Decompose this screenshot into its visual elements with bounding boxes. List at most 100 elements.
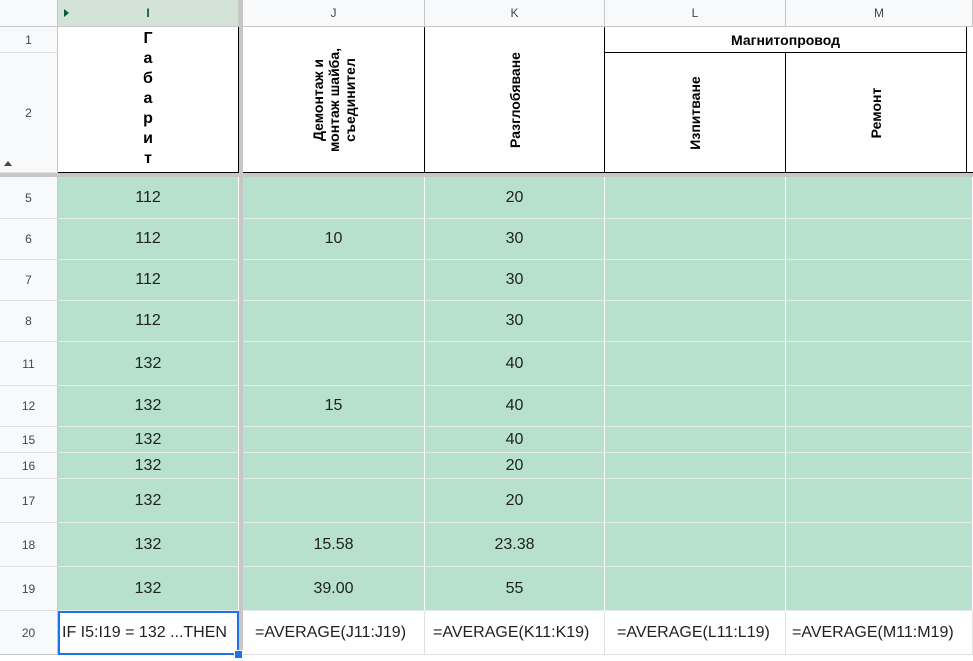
cell-m[interactable] xyxy=(786,386,973,427)
cell-m[interactable] xyxy=(786,479,973,523)
cell-j[interactable] xyxy=(243,301,425,342)
cell-l[interactable] xyxy=(605,427,786,453)
header-razglobyavane[interactable]: Разглобяване xyxy=(425,27,605,173)
cell-value: 132 xyxy=(134,491,162,509)
izpitvane-label: Изпитване xyxy=(687,75,703,150)
row-header-15[interactable]: 15 xyxy=(0,427,58,453)
cell-j[interactable]: 10 xyxy=(243,219,425,260)
row-header-17[interactable]: 17 xyxy=(0,479,58,523)
cell-l[interactable] xyxy=(605,219,786,260)
fill-handle[interactable] xyxy=(234,650,243,659)
cell-i[interactable]: 132 xyxy=(58,427,239,453)
row-header-18[interactable]: 18 xyxy=(0,523,58,567)
header-demontazh[interactable]: Демонтаж и монтаж шайба, съединител xyxy=(243,27,425,173)
row-header-19[interactable]: 19 xyxy=(0,567,58,611)
cell-m[interactable] xyxy=(786,427,973,453)
cell-l[interactable] xyxy=(605,453,786,479)
cell-k[interactable]: 40 xyxy=(425,342,605,386)
row-header-20[interactable]: 20 xyxy=(0,611,58,655)
cell-i[interactable]: 132 xyxy=(58,479,239,523)
demontazh-label: Демонтаж и монтаж шайба, съединител xyxy=(309,47,358,152)
cell-i[interactable]: 132 xyxy=(58,453,239,479)
cell-k[interactable]: 20 xyxy=(425,177,605,219)
row-header-1[interactable]: 1 xyxy=(0,27,58,53)
cell-j[interactable] xyxy=(243,342,425,386)
cell-i[interactable]: 112 xyxy=(58,177,239,219)
header-remont[interactable]: Ремонт xyxy=(786,53,967,173)
cell-l[interactable] xyxy=(605,386,786,427)
row-label: 2 xyxy=(25,105,32,120)
cell-k[interactable]: 30 xyxy=(425,260,605,301)
row-header-11[interactable]: 11 xyxy=(0,342,58,386)
row-label: 17 xyxy=(21,493,36,508)
cell-k[interactable]: 55 xyxy=(425,567,605,611)
formula-cell-l[interactable]: =AVERAGE(L11:L19) xyxy=(605,611,786,655)
cell-k[interactable]: 20 xyxy=(425,453,605,479)
column-header-i[interactable]: I xyxy=(58,0,239,27)
cell-m[interactable] xyxy=(786,567,973,611)
cell-k[interactable]: 23.38 xyxy=(425,523,605,567)
cell-l[interactable] xyxy=(605,523,786,567)
cell-m[interactable] xyxy=(786,301,973,342)
cell-j[interactable] xyxy=(243,260,425,301)
cell-j[interactable]: 15 xyxy=(243,386,425,427)
row-header-12[interactable]: 12 xyxy=(0,386,58,427)
cell-l[interactable] xyxy=(605,567,786,611)
column-label: J xyxy=(330,6,337,20)
cell-i[interactable]: 132 xyxy=(58,523,239,567)
header-magnitoprovod[interactable]: Магнитопровод xyxy=(605,27,967,53)
column-header-l[interactable]: L xyxy=(605,0,786,27)
cell-j[interactable]: 39.00 xyxy=(243,567,425,611)
cell-j[interactable] xyxy=(243,453,425,479)
cell-j[interactable] xyxy=(243,479,425,523)
cell-l[interactable] xyxy=(605,342,786,386)
cell-i[interactable]: 112 xyxy=(58,260,239,301)
cell-m[interactable] xyxy=(786,453,973,479)
cell-m[interactable] xyxy=(786,219,973,260)
formula-cell-j[interactable]: =AVERAGE(J11:J19) xyxy=(243,611,425,655)
row-label: 15 xyxy=(21,432,36,447)
cell-l[interactable] xyxy=(605,479,786,523)
header-m-overflow xyxy=(967,27,973,173)
cell-k[interactable]: 40 xyxy=(425,386,605,427)
formula-cell-k[interactable]: =AVERAGE(K11:K19) xyxy=(425,611,605,655)
row-header-8[interactable]: 8 xyxy=(0,301,58,342)
cell-m[interactable] xyxy=(786,523,973,567)
row-header-7[interactable]: 7 xyxy=(0,260,58,301)
cell-l[interactable] xyxy=(605,177,786,219)
cell-j[interactable] xyxy=(243,427,425,453)
row-header-2[interactable]: 2 xyxy=(0,53,58,173)
cell-l[interactable] xyxy=(605,260,786,301)
select-all-corner[interactable] xyxy=(0,0,58,27)
collapse-group-icon[interactable] xyxy=(4,161,12,166)
cell-i[interactable]: 132 xyxy=(58,386,239,427)
cell-m[interactable] xyxy=(786,342,973,386)
cell-k[interactable]: 40 xyxy=(425,427,605,453)
cell-k[interactable]: 20 xyxy=(425,479,605,523)
active-cell-selection xyxy=(58,611,239,655)
cell-value: 112 xyxy=(135,312,161,329)
column-header-m[interactable]: M xyxy=(786,0,973,27)
cell-m[interactable] xyxy=(786,260,973,301)
cell-j[interactable]: 15.58 xyxy=(243,523,425,567)
row-header-6[interactable]: 6 xyxy=(0,219,58,260)
cell-i[interactable]: 112 xyxy=(58,219,239,260)
header-gabarit[interactable]: Габарит xyxy=(58,27,239,173)
cell-j[interactable] xyxy=(243,177,425,219)
cell-value: 23.38 xyxy=(494,535,535,553)
cell-k[interactable]: 30 xyxy=(425,301,605,342)
column-header-j[interactable]: J xyxy=(243,0,425,27)
cell-k[interactable]: 30 xyxy=(425,219,605,260)
column-header-k[interactable]: K xyxy=(425,0,605,27)
cell-i[interactable]: 132 xyxy=(58,342,239,386)
cell-m[interactable] xyxy=(786,177,973,219)
row-header-5[interactable]: 5 xyxy=(0,177,58,219)
formula-cell-m[interactable]: =AVERAGE(M11:M19) xyxy=(786,611,973,655)
cell-l[interactable] xyxy=(605,301,786,342)
cell-value: 40 xyxy=(505,430,524,448)
cell-i[interactable]: 132 xyxy=(58,567,239,611)
expand-group-icon[interactable] xyxy=(64,9,69,17)
header-izpitvane[interactable]: Изпитване xyxy=(605,53,786,173)
cell-i[interactable]: 112 xyxy=(58,301,239,342)
row-header-16[interactable]: 16 xyxy=(0,453,58,479)
